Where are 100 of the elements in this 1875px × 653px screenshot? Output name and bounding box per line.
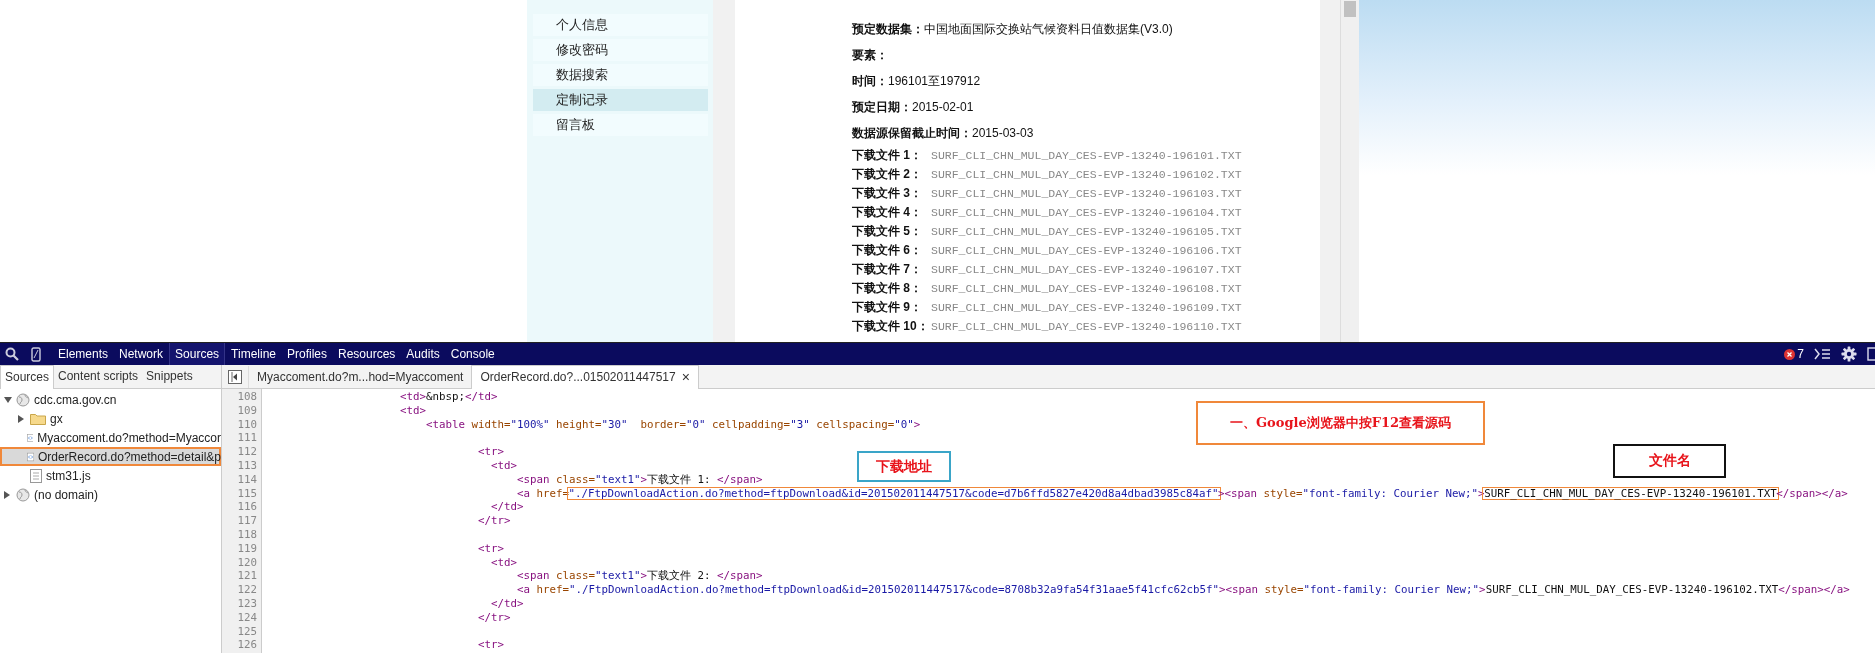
file-link[interactable]: SURF_CLI_CHN_MUL_DAY_CES-EVP-13240-196107.TXT (931, 260, 1242, 279)
download-label: 下载文件 5： (852, 223, 923, 240)
sidebar-item[interactable]: 留言板 (533, 114, 708, 136)
file-link[interactable]: SURF_CLI_CHN_MUL_DAY_CES-EVP-13240-196105.TXT (931, 222, 1242, 241)
dock-icon[interactable] (1867, 347, 1875, 361)
code-tag: ><span (1219, 583, 1259, 597)
navigator-tab[interactable]: Snippets (142, 365, 197, 388)
code-attribute: class= (555, 569, 596, 583)
code-tag: </td> (465, 390, 498, 403)
download-label: 下载文件 7： (852, 261, 923, 278)
code-tag: </tr> (270, 610, 511, 624)
navigator-tab[interactable]: Content scripts (54, 365, 143, 388)
disclosure-triangle-icon[interactable] (4, 490, 10, 499)
file-link[interactable]: SURF_CLI_CHN_MUL_DAY_CES-EVP-13240-196109.TXT (931, 298, 1242, 317)
field-label: 时间： (852, 74, 888, 88)
disclosure-triangle-icon[interactable] (18, 414, 24, 423)
line-number: 112 (236, 445, 258, 459)
device-icon[interactable] (31, 346, 41, 362)
code-value: "text1" (595, 569, 641, 583)
callout-title: 一、Google浏览器中按F12查看源码 (1196, 401, 1485, 445)
error-count[interactable]: 7 (1797, 347, 1804, 361)
panel-tab[interactable]: Audits (401, 343, 445, 365)
line-number: 122 (236, 583, 258, 597)
code-value: "3" (790, 417, 810, 431)
code-tag: </td> (270, 500, 524, 514)
file-link[interactable]: SURF_CLI_CHN_MUL_DAY_CES-EVP-13240-196101.TXT (931, 146, 1242, 165)
panel-tab[interactable]: Console (445, 343, 500, 365)
file-link[interactable]: SURF_CLI_CHN_MUL_DAY_CES-EVP-13240-196110.TXT (931, 317, 1242, 336)
sidebar-toggle-icon[interactable] (228, 370, 242, 384)
panel-tab[interactable]: Sources (169, 343, 226, 365)
tree-item[interactable]: gx (0, 409, 221, 428)
code-tag: <td> (270, 390, 426, 403)
navigator-tab[interactable]: Sources (0, 365, 55, 389)
code-attribute: style= (1262, 486, 1303, 500)
code-attribute: href= (535, 583, 570, 597)
panel-tab[interactable]: Timeline (226, 343, 281, 365)
code-tag: > (640, 472, 648, 486)
line-number: 108 (236, 390, 258, 404)
file-link[interactable]: SURF_CLI_CHN_MUL_DAY_CES-EVP-13240-196104.TXT (931, 203, 1242, 222)
sidebar-item[interactable]: 数据搜索 (533, 64, 708, 86)
code-value: "font-family: Courier New;" (1303, 583, 1480, 597)
code-tag: > (1479, 583, 1486, 597)
code-value: "text1" (595, 472, 641, 486)
editor-tab[interactable]: OrderRecord.do?...01502011447517 × (471, 365, 699, 389)
download-label: 下载文件 3： (852, 185, 923, 202)
line-number: 110 (236, 417, 258, 432)
field-value: 2015-02-01 (912, 100, 974, 114)
sidebar-item[interactable]: 个人信息 (533, 14, 708, 36)
download-label: 下载文件 6： (852, 242, 923, 259)
error-icon[interactable] (1784, 348, 1796, 360)
file-link[interactable]: SURF_CLI_CHN_MUL_DAY_CES-EVP-13240-196108.TXT (931, 279, 1242, 298)
scrollbar-thumb[interactable] (1344, 1, 1356, 17)
panel-tab[interactable]: Elements (53, 343, 114, 365)
code-attribute: height= (555, 417, 602, 431)
line-number: 121 (236, 569, 258, 584)
code-tag: <tr> (270, 445, 504, 459)
line-number: 125 (236, 624, 258, 639)
tree-item[interactable]: (no domain) (0, 485, 221, 504)
sidebar-item[interactable]: 定制记录 (533, 89, 708, 111)
tree-item[interactable]: Myaccoment.do?method=Myaccor (0, 428, 221, 447)
search-icon[interactable] (5, 347, 19, 361)
code-tag: <span (270, 569, 550, 583)
console-drawer-icon[interactable] (1814, 348, 1831, 360)
code-attribute: width= (470, 417, 511, 431)
panel-tab[interactable]: Profiles (282, 343, 332, 365)
code-tag: <span (270, 472, 550, 486)
sidebar-item[interactable]: 修改密码 (533, 39, 708, 61)
line-number: 116 (236, 500, 258, 515)
field-label: 预定日期： (852, 100, 912, 114)
code-value: "./FtpDownloadAction.do?method=ftpDownload&id=201502011447517&code=8708b32a9fa54f31aae5f41cfc62cb5f" (569, 583, 1220, 597)
settings-icon[interactable] (1841, 346, 1857, 362)
field-value: 中国地面国际交换站气候资料日值数据集(V3.0) (924, 22, 1173, 36)
download-label: 下载文件 2： (852, 166, 923, 183)
download-label: 下载文件 10： (852, 318, 930, 335)
code-text: &nbsp; (426, 390, 466, 403)
code-attribute: border= (639, 417, 687, 431)
code-attribute: cellpadding= (711, 417, 791, 431)
folder-icon (30, 412, 46, 425)
panel-tab[interactable]: Resources (333, 343, 401, 365)
code-value: "0" (686, 417, 706, 431)
tree-item[interactable]: stm31.js (0, 466, 221, 485)
line-number: 126 (236, 638, 258, 653)
file-icon (30, 468, 42, 483)
field-value: 2015-03-03 (972, 126, 1034, 140)
code-tag: </span> (717, 472, 763, 486)
file-link[interactable]: SURF_CLI_CHN_MUL_DAY_CES-EVP-13240-196103.TXT (931, 184, 1242, 203)
scrollbar[interactable] (1340, 0, 1359, 342)
html-file-icon (26, 449, 34, 464)
download-label: 下载文件 8： (852, 280, 923, 297)
panel-tab[interactable]: Network (114, 343, 169, 365)
line-number: 123 (236, 596, 258, 611)
line-number: 111 (236, 431, 258, 446)
file-link[interactable]: SURF_CLI_CHN_MUL_DAY_CES-EVP-13240-196106.TXT (931, 241, 1242, 260)
close-icon[interactable]: × (681, 366, 690, 389)
field-label: 预定数据集： (852, 22, 924, 36)
tree-item[interactable]: cdc.cma.gov.cn (0, 390, 221, 409)
code-attribute: style= (1263, 583, 1304, 597)
code-tag: </span></a> (1778, 583, 1850, 597)
file-link[interactable]: SURF_CLI_CHN_MUL_DAY_CES-EVP-13240-196102.TXT (931, 165, 1242, 184)
code-value: "0" (894, 417, 914, 431)
